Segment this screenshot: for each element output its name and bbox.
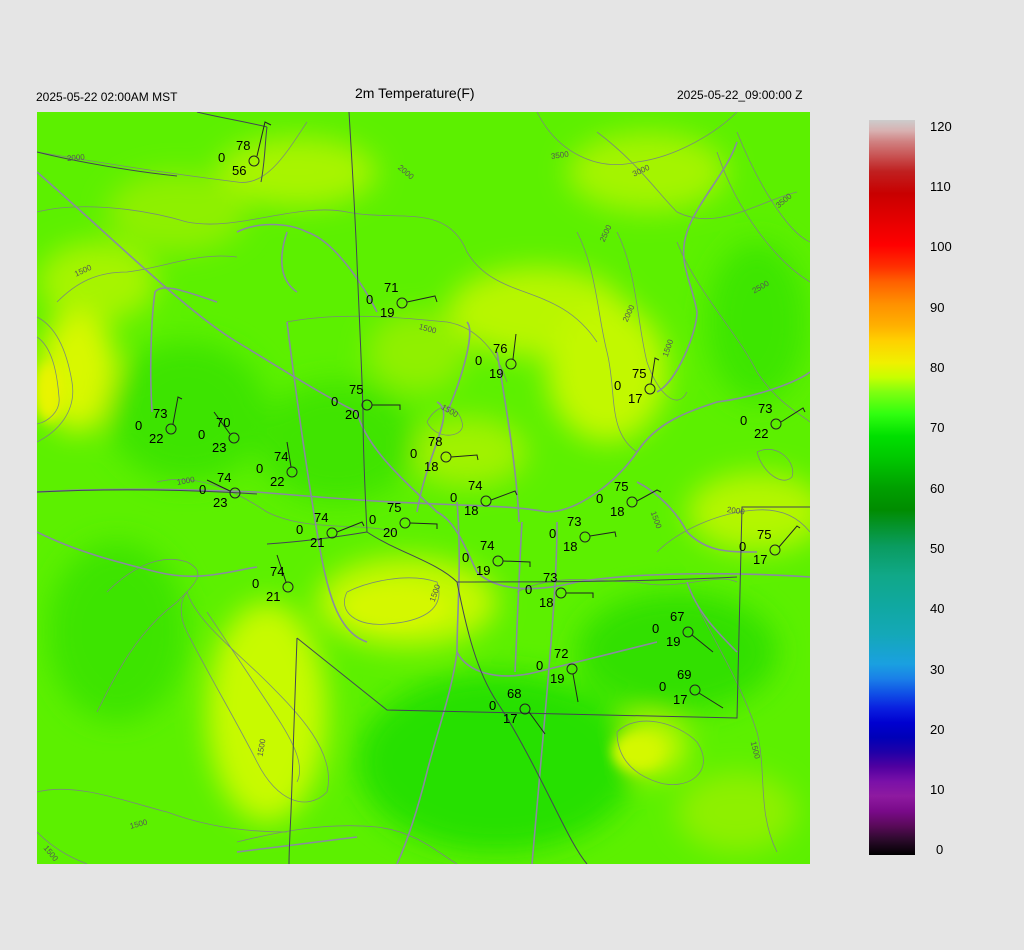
- station-temperature: 67: [670, 609, 685, 624]
- station-temperature: 75: [757, 527, 772, 542]
- station-visibility: 0: [369, 512, 377, 527]
- station-temperature: 68: [507, 686, 522, 701]
- station-dewpoint: 17: [503, 711, 518, 726]
- station-temperature: 70: [216, 415, 231, 430]
- station-dewpoint: 22: [270, 474, 285, 489]
- map-background: [37, 112, 810, 864]
- station-visibility: 0: [739, 539, 747, 554]
- station-dewpoint: 18: [424, 459, 439, 474]
- station-visibility: 0: [536, 658, 544, 673]
- station-dewpoint: 17: [673, 692, 688, 707]
- station-visibility: 0: [256, 461, 264, 476]
- station-dewpoint: 18: [610, 504, 625, 519]
- temperature-colorbar: [869, 120, 915, 855]
- map-title: 2m Temperature(F): [355, 85, 475, 101]
- station-visibility: 0: [218, 150, 226, 165]
- station-visibility: 0: [740, 413, 748, 428]
- station-temperature: 74: [480, 538, 495, 553]
- station-dewpoint: 56: [232, 163, 247, 178]
- station-dewpoint: 20: [345, 407, 360, 422]
- station-visibility: 0: [614, 378, 622, 393]
- station-dewpoint: 19: [666, 634, 681, 649]
- station-dewpoint: 19: [380, 305, 395, 320]
- station-temperature: 75: [349, 382, 364, 397]
- station-temperature: 74: [270, 564, 285, 579]
- colorbar-tick: 70: [930, 420, 945, 435]
- station-temperature: 73: [758, 401, 773, 416]
- station-visibility: 0: [450, 490, 458, 505]
- station-temperature: 74: [217, 470, 232, 485]
- station-dewpoint: 23: [212, 440, 227, 455]
- colorbar-tick: 50: [930, 541, 945, 556]
- station-visibility: 0: [366, 292, 374, 307]
- station-temperature: 78: [236, 138, 251, 153]
- station-visibility: 0: [135, 418, 143, 433]
- colorbar-tick: 20: [930, 722, 945, 737]
- station-dewpoint: 18: [464, 503, 479, 518]
- station-visibility: 0: [549, 526, 557, 541]
- station-visibility: 0: [410, 446, 418, 461]
- station-temperature: 74: [274, 449, 289, 464]
- local-time-label: 2025-05-22 02:00AM MST: [36, 90, 178, 104]
- station-temperature: 74: [468, 478, 483, 493]
- temperature-map: 2000 2000 3500 3000 3500 2500 2500 2000 …: [37, 112, 810, 864]
- colorbar-tick: 30: [930, 662, 945, 677]
- station-visibility: 0: [199, 482, 207, 497]
- station-dewpoint: 21: [310, 535, 325, 550]
- station-temperature: 75: [614, 479, 629, 494]
- utc-time-label: 2025-05-22_09:00:00 Z: [677, 88, 803, 102]
- colorbar-tick: 100: [930, 239, 952, 254]
- station-visibility: 0: [331, 394, 339, 409]
- colorbar-tick: 0: [936, 842, 944, 857]
- station-temperature: 69: [677, 667, 692, 682]
- station-dewpoint: 18: [563, 539, 578, 554]
- colorbar-tick: 60: [930, 481, 945, 496]
- station-dewpoint: 17: [628, 391, 643, 406]
- colorbar-tick: 10: [930, 782, 945, 797]
- station-temperature: 74: [314, 510, 329, 525]
- station-visibility: 0: [252, 576, 260, 591]
- colorbar-tick: 80: [930, 360, 945, 375]
- station-dewpoint: 19: [550, 671, 565, 686]
- colorbar-tick: 110: [930, 179, 951, 194]
- colorbar-tick: 90: [930, 300, 945, 315]
- station-temperature: 73: [567, 514, 582, 529]
- station-temperature: 78: [428, 434, 443, 449]
- station-visibility: 0: [198, 427, 206, 442]
- station-dewpoint: 22: [149, 431, 164, 446]
- station-dewpoint: 19: [476, 563, 491, 578]
- station-temperature: 76: [493, 341, 508, 356]
- station-visibility: 0: [659, 679, 667, 694]
- station-dewpoint: 21: [266, 589, 281, 604]
- station-temperature: 75: [387, 500, 402, 515]
- station-temperature: 75: [632, 366, 647, 381]
- station-dewpoint: 22: [754, 426, 769, 441]
- station-temperature: 71: [384, 280, 399, 295]
- station-visibility: 0: [489, 698, 497, 713]
- station-dewpoint: 19: [489, 366, 504, 381]
- station-temperature: 72: [554, 646, 569, 661]
- station-dewpoint: 20: [383, 525, 398, 540]
- station-dewpoint: 17: [753, 552, 768, 567]
- station-dewpoint: 18: [539, 595, 554, 610]
- station-dewpoint: 23: [213, 495, 228, 510]
- station-visibility: 0: [296, 522, 304, 537]
- colorbar-tick: 40: [930, 601, 945, 616]
- contour-label: 2000: [66, 152, 86, 163]
- station-temperature: 73: [153, 406, 168, 421]
- station-visibility: 0: [652, 621, 660, 636]
- colorbar-tick: 120: [930, 119, 952, 134]
- station-visibility: 0: [596, 491, 604, 506]
- station-visibility: 0: [525, 582, 533, 597]
- station-visibility: 0: [475, 353, 483, 368]
- station-temperature: 73: [543, 570, 558, 585]
- station-visibility: 0: [462, 550, 470, 565]
